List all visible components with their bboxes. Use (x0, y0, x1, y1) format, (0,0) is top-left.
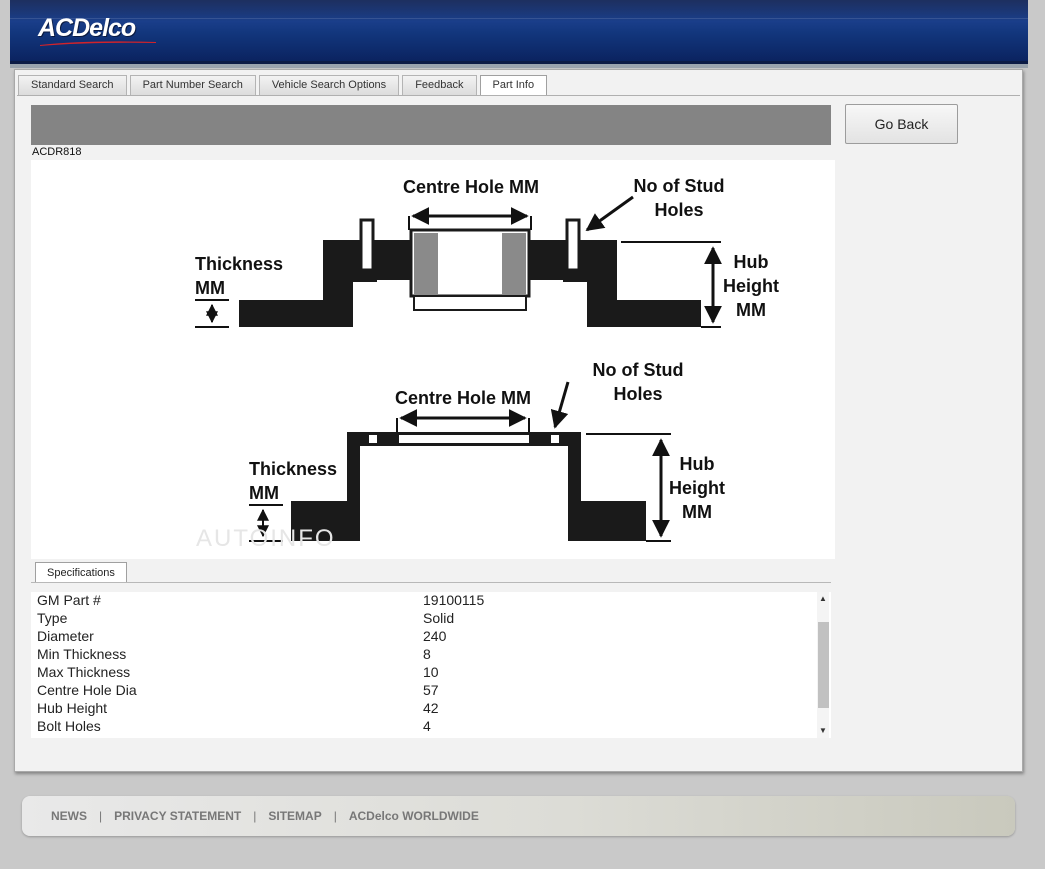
bottom-stud-label-1: No of Stud (593, 360, 684, 380)
spec-value: 42 (423, 700, 439, 716)
scroll-down-icon[interactable]: ▼ (817, 724, 829, 738)
spec-key: Type (37, 610, 68, 626)
footer-link-news[interactable]: NEWS (51, 809, 87, 823)
rotor-diagram-svg: Centre Hole MM No of Stud Holes Thicknes… (195, 176, 779, 552)
spec-value: 57 (423, 682, 439, 698)
main-panel: Standard Search Part Number Search Vehic… (14, 69, 1023, 772)
spec-value: 19100115 (423, 592, 485, 608)
header-stripe (10, 18, 1028, 19)
footer-separator: | (253, 809, 257, 823)
top-hub-label-2: Height (723, 276, 779, 296)
spec-value: 4 (423, 718, 431, 734)
tab-feedback[interactable]: Feedback (402, 75, 477, 95)
part-title-bar (31, 105, 831, 145)
bottom-stud-label-2: Holes (613, 384, 662, 404)
footer-link-privacy[interactable]: PRIVACY STATEMENT (114, 809, 241, 823)
header-divider (10, 64, 1028, 68)
tab-standard-search[interactable]: Standard Search (18, 75, 127, 95)
tab-part-number-search[interactable]: Part Number Search (129, 75, 256, 95)
footer-link-worldwide[interactable]: ACDelco WORLDWIDE (349, 809, 479, 823)
spec-key: Hub Height (37, 700, 108, 716)
site-footer: NEWS | PRIVACY STATEMENT | SITEMAP | ACD… (22, 796, 1015, 836)
footer-links: NEWS | PRIVACY STATEMENT | SITEMAP | ACD… (51, 809, 479, 823)
bottom-centre-hole-label: Centre Hole MM (395, 388, 531, 408)
bottom-hub-label-1: Hub (680, 454, 715, 474)
spec-value: 8 (423, 646, 431, 662)
top-rotor-drawing (239, 218, 701, 327)
tab-specifications[interactable]: Specifications (35, 562, 127, 583)
spec-key: Centre Hole Dia (37, 682, 137, 698)
spec-value: Solid (423, 610, 455, 626)
autoinfo-watermark: AUTOINFO (196, 525, 336, 552)
site-header: ACDelco (10, 0, 1028, 64)
bottom-thickness-label-1: Thickness (249, 459, 337, 479)
spec-key: Bolt Holes (37, 718, 101, 734)
bottom-thickness-label-2: MM (249, 483, 279, 503)
logo-swoosh-icon (40, 41, 156, 46)
tab-vehicle-search-options[interactable]: Vehicle Search Options (258, 75, 400, 95)
scroll-thumb[interactable] (818, 622, 829, 708)
spec-key: GM Part # (37, 592, 101, 608)
top-centre-hole-label: Centre Hole MM (403, 177, 539, 197)
top-hub-label-3: MM (736, 300, 766, 320)
top-stud-label-1: No of Stud (634, 176, 725, 196)
spec-key: Diameter (37, 628, 94, 644)
spec-value: 10 (423, 664, 439, 680)
top-thickness-label-2: MM (195, 278, 225, 298)
tab-bar: Standard Search Part Number Search Vehic… (18, 75, 550, 96)
bottom-hub-label-3: MM (682, 502, 712, 522)
footer-link-sitemap[interactable]: SITEMAP (268, 809, 321, 823)
part-code: ACDR818 (32, 146, 82, 158)
spec-key: Min Thickness (37, 646, 127, 662)
go-back-button[interactable]: Go Back (845, 104, 958, 144)
footer-separator: | (333, 809, 337, 823)
bottom-rotor-drawing (291, 432, 646, 541)
brake-rotor-diagram: Centre Hole MM No of Stud Holes Thicknes… (31, 160, 835, 559)
tab-part-info[interactable]: Part Info (479, 75, 548, 96)
acdelco-logo[interactable]: ACDelco (38, 14, 136, 43)
spec-scrollbar[interactable]: ▲ ▼ (817, 592, 829, 738)
top-thickness-label-1: Thickness (195, 254, 283, 274)
tab-divider (17, 95, 1020, 96)
bottom-hub-label-2: Height (669, 478, 725, 498)
spec-value: 240 (423, 628, 447, 644)
scroll-up-icon[interactable]: ▲ (817, 592, 829, 606)
top-hub-label-1: Hub (734, 252, 769, 272)
spec-tab-divider (31, 582, 831, 583)
footer-separator: | (99, 809, 103, 823)
spec-key: Max Thickness (37, 664, 131, 680)
top-stud-label-2: Holes (654, 200, 703, 220)
specifications-list: GM Part # 19100115 Type Solid Diameter 2… (31, 592, 831, 738)
